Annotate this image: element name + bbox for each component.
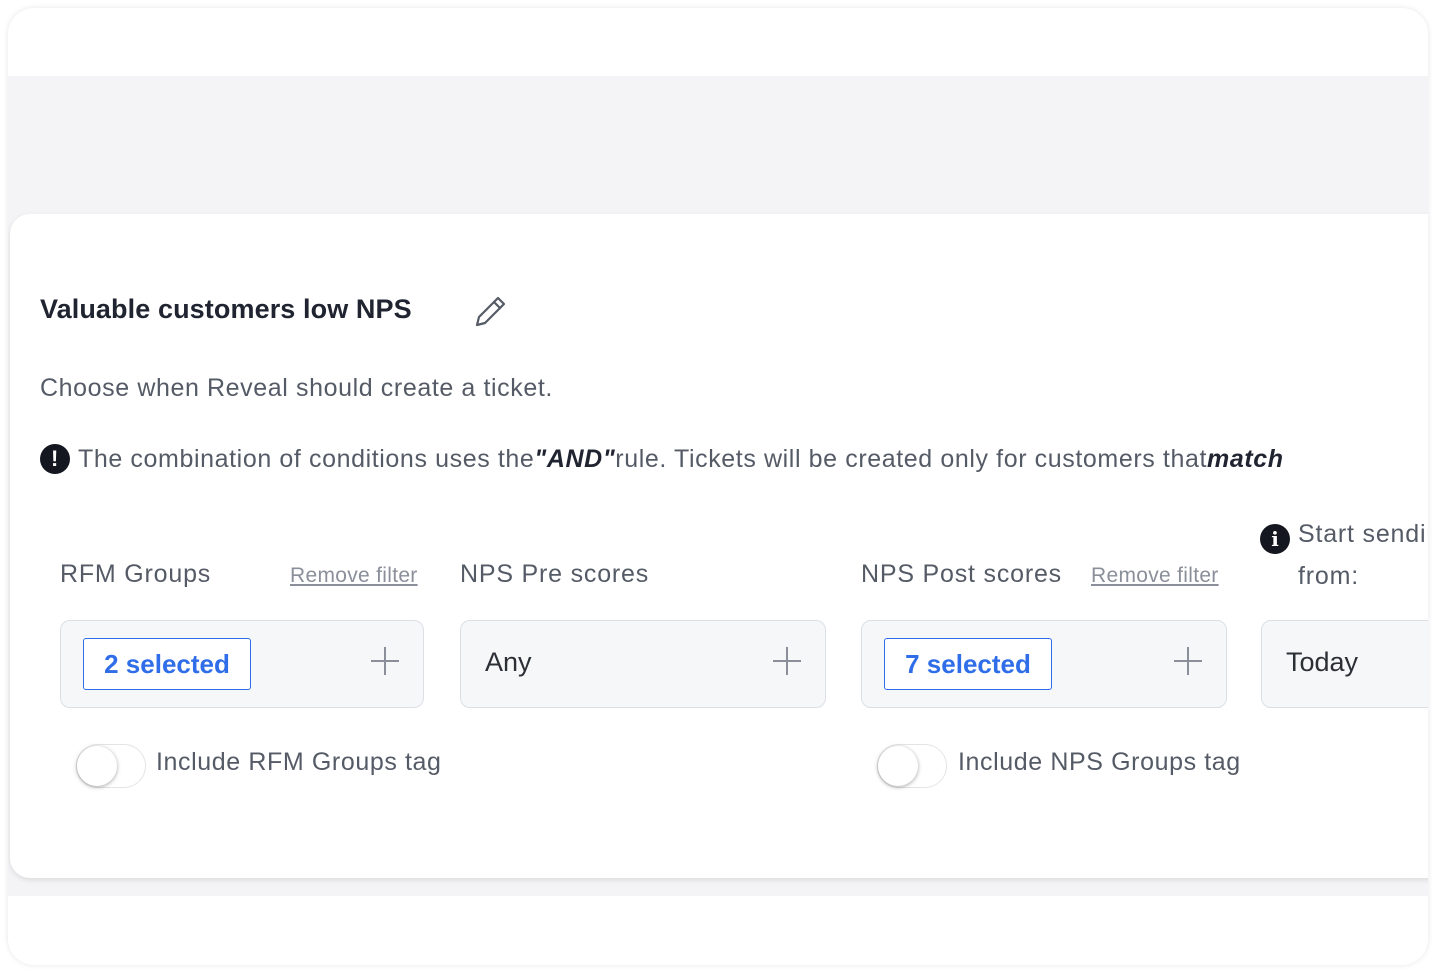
and-rule-notice: ! The combination of conditions uses the… (40, 444, 1284, 474)
plus-icon[interactable] (371, 647, 399, 675)
nps-pre-scores-select[interactable]: Any (460, 620, 826, 708)
nps-remove-filter-link[interactable]: Remove filter (1091, 564, 1219, 588)
rfm-tag-toggle[interactable] (76, 744, 146, 788)
notice-prefix: The combination of conditions uses the (78, 444, 535, 473)
plus-icon[interactable] (1174, 647, 1202, 675)
nps-post-scores-label: NPS Post scores (861, 560, 1062, 588)
toggle-knob (77, 746, 117, 786)
nps-pre-scores-label: NPS Pre scores (460, 560, 650, 588)
ticket-rule-card: Valuable customers low NPS Choose when R… (10, 214, 1428, 878)
start-date-value: Today (1286, 647, 1359, 677)
rfm-tag-toggle-label: Include RFM Groups tag (156, 748, 442, 776)
start-sending-label: Start sending (1298, 520, 1428, 548)
rfm-remove-filter-link[interactable]: Remove filter (290, 564, 418, 588)
notice-rule: "AND" (534, 444, 616, 473)
window-frame: Valuable customers low NPS Choose when R… (8, 8, 1428, 965)
pencil-icon[interactable] (472, 292, 510, 330)
plus-icon[interactable] (773, 647, 801, 675)
nps-selected-chip[interactable]: 7 selected (884, 638, 1052, 690)
start-sending-label-from: from: (1298, 562, 1359, 590)
nps-post-scores-select[interactable]: 7 selected (861, 620, 1227, 708)
notice-emphasis: match (1207, 444, 1284, 473)
rfm-groups-label: RFM Groups (60, 560, 212, 588)
toggle-knob (878, 746, 918, 786)
rfm-selected-chip[interactable]: 2 selected (83, 638, 251, 690)
rfm-groups-select[interactable]: 2 selected (60, 620, 424, 708)
rule-subtitle: Choose when Reveal should create a ticke… (40, 374, 553, 402)
start-date-select[interactable]: Today (1261, 620, 1428, 708)
nps-tag-toggle[interactable] (877, 744, 947, 788)
rule-title: Valuable customers low NPS (40, 294, 412, 324)
exclamation-icon: ! (40, 444, 70, 474)
nps-pre-scores-value: Any (485, 647, 532, 677)
nps-tag-toggle-label: Include NPS Groups tag (958, 748, 1241, 776)
notice-middle: rule. Tickets will be created only for c… (615, 444, 1208, 473)
info-icon: i (1260, 524, 1290, 554)
